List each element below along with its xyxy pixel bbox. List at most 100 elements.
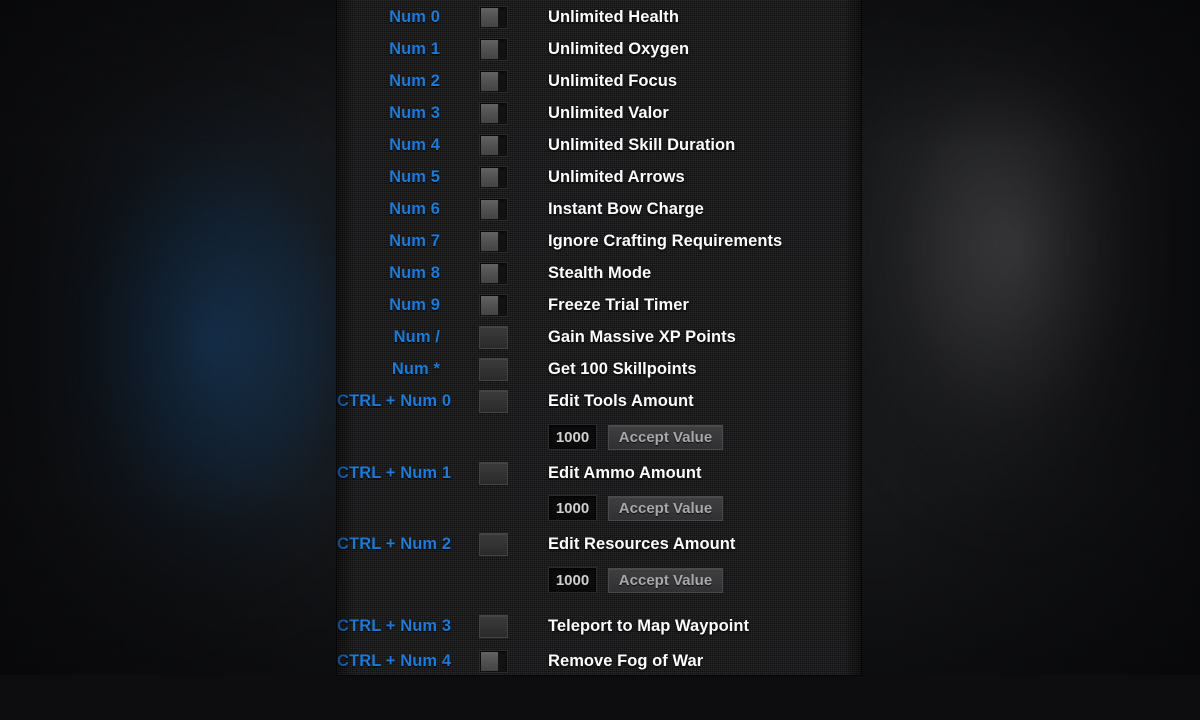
option-label: Edit Resources Amount [548,534,736,553]
option-action-button[interactable] [479,389,508,413]
option-label: Remove Fog of War [548,651,704,670]
option-label: Unlimited Valor [548,103,669,122]
value-input[interactable]: 1000 [548,567,597,593]
toggle-knob [481,231,499,251]
hotkey-label: Num 6 [389,199,440,218]
option-control-slot [440,649,508,673]
toggle-knob [481,199,499,219]
toggle-knob [481,71,499,91]
option-toggle-switch[interactable] [479,261,508,285]
option-label: Stealth Mode [548,263,652,282]
hotkey-label: CTRL + Num 2 [337,534,452,553]
option-control-slot [440,461,508,485]
accept-value-button[interactable]: Accept Value [608,424,723,450]
option-label: Unlimited Oxygen [548,39,690,58]
toggle-knob [481,135,499,155]
toggle-knob [481,167,499,187]
option-toggle-switch[interactable] [479,5,508,29]
value-input[interactable]: 1000 [548,424,597,450]
option-label: Edit Tools Amount [548,391,694,410]
option-label: Unlimited Skill Duration [548,135,736,154]
option-row: Num 5 Unlimited Arrows [337,161,861,193]
option-editor-row: 1000 Accept Value [337,421,861,453]
option-action-button[interactable] [479,614,508,638]
option-row: Num 8 Stealth Mode [337,257,861,289]
hotkey-label: Num 2 [389,71,440,90]
option-control-slot [440,133,508,157]
hotkey-label: Num 4 [389,135,440,154]
option-control-slot [440,5,508,29]
option-label: Unlimited Health [548,7,679,26]
option-label: Teleport to Map Waypoint [548,616,750,635]
value-input[interactable]: 1000 [548,495,597,521]
option-control-slot [440,293,508,317]
hotkey-label: Num 0 [389,7,440,26]
toggle-knob [481,7,499,27]
hotkey-label: CTRL + Num 4 [337,651,452,670]
option-row: Num 2 Unlimited Focus [337,65,861,97]
accept-value-button[interactable]: Accept Value [608,495,723,521]
option-row: CTRL + Num 1 Edit Ammo Amount [337,457,861,489]
option-action-button[interactable] [479,532,508,556]
option-control-slot [440,532,508,556]
option-label: Ignore Crafting Requirements [548,231,783,250]
option-control-slot [440,325,508,349]
option-row: Num 3 Unlimited Valor [337,97,861,129]
option-toggle-switch[interactable] [479,101,508,125]
option-control-slot [440,389,508,413]
option-row: Num 0 Unlimited Health [337,1,861,33]
option-row: CTRL + Num 3 Teleport to Map Waypoint [337,610,861,642]
option-action-button[interactable] [479,325,508,349]
option-row: CTRL + Num 0 Edit Tools Amount [337,385,861,417]
option-label: Unlimited Focus [548,71,678,90]
trainer-options-panel: Num 0 Unlimited Health Num 1 Unlimited Oxyg… [337,0,861,675]
hotkey-label: Num 5 [389,167,440,186]
option-editor-row: 1000 Accept Value [337,564,861,596]
option-toggle-switch[interactable] [479,229,508,253]
option-control-slot [440,165,508,189]
toggle-knob [481,651,499,671]
accept-value-button[interactable]: Accept Value [608,567,723,593]
option-control-slot [440,357,508,381]
hotkey-label: Num 9 [389,295,440,314]
toggle-knob [481,263,499,283]
toggle-knob [481,295,499,315]
option-toggle-switch[interactable] [479,197,508,221]
option-row: Num 9 Freeze Trial Timer [337,289,861,321]
option-row: Num 4 Unlimited Skill Duration [337,129,861,161]
toggle-knob [481,39,499,59]
option-label: Instant Bow Charge [548,199,704,218]
hotkey-label: CTRL + Num 3 [337,616,452,635]
option-control-slot [440,229,508,253]
option-control-slot [440,37,508,61]
option-toggle-switch[interactable] [479,293,508,317]
hotkey-label: Num 3 [389,103,440,122]
option-row: Num * Get 100 Skillpoints [337,353,861,385]
option-control-slot [440,261,508,285]
hotkey-label: CTRL + Num 1 [337,463,452,482]
option-toggle-switch[interactable] [479,69,508,93]
option-action-button[interactable] [479,461,508,485]
hotkey-label: Num 1 [389,39,440,58]
background-glow-right [838,0,1200,620]
option-editor-row: 1000 Accept Value [337,492,861,524]
option-control-slot [440,197,508,221]
option-toggle-switch[interactable] [479,649,508,673]
option-toggle-switch[interactable] [479,133,508,157]
option-label: Unlimited Arrows [548,167,685,186]
option-row: Num 7 Ignore Crafting Requirements [337,225,861,257]
option-control-slot [440,614,508,638]
toggle-knob [481,103,499,123]
option-row: Num 6 Instant Bow Charge [337,193,861,225]
option-label: Edit Ammo Amount [548,463,702,482]
option-row: Num / Gain Massive XP Points [337,321,861,353]
option-control-slot [440,101,508,125]
option-toggle-switch[interactable] [479,165,508,189]
hotkey-label: CTRL + Num 0 [337,391,452,410]
option-toggle-switch[interactable] [479,37,508,61]
hotkey-label: Num / [393,327,440,346]
hotkey-label: Num 8 [389,263,440,282]
option-action-button[interactable] [479,357,508,381]
hotkey-label: Num 7 [389,231,440,250]
option-row: CTRL + Num 2 Edit Resources Amount [337,528,861,560]
